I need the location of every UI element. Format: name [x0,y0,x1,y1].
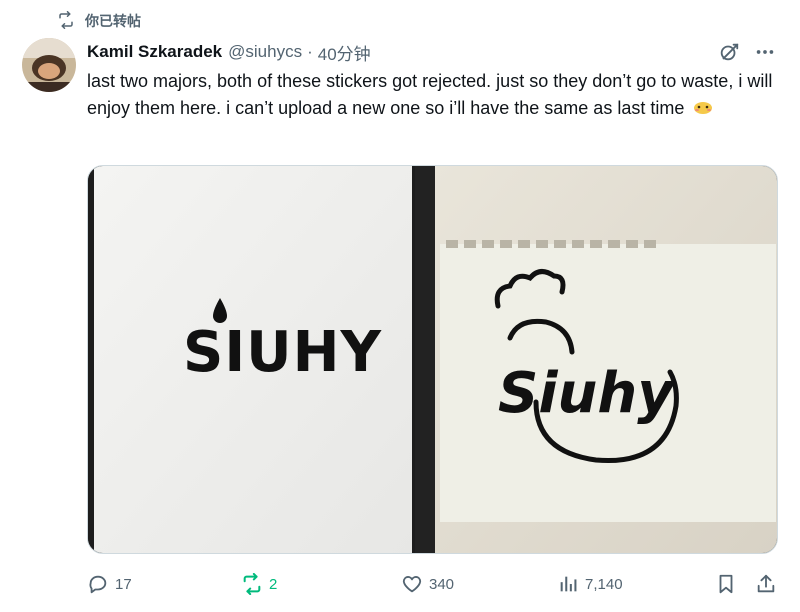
repost-button[interactable]: 2 [241,570,277,598]
like-button[interactable]: 340 [401,570,454,598]
tweet-body: last two majors, both of these stickers … [87,71,773,118]
author-display-name[interactable]: Kamil Szkaradek [87,42,222,62]
view-count: 7,140 [585,575,623,593]
right-sticker-photo: Siuhy [435,166,777,553]
reply-button[interactable]: 17 [87,570,132,598]
grok-icon[interactable] [718,41,740,63]
share-icon [757,574,775,593]
like-count: 340 [429,575,455,593]
avatar[interactable] [22,38,76,92]
repost-count: 2 [269,575,278,593]
shy-face-emoji-icon [693,96,713,114]
author-handle[interactable]: @siuhycs [228,42,302,62]
reply-icon [89,575,107,594]
repost-icon [57,10,75,32]
tweet-header: Kamil Szkaradek @siuhycs · 40分钟 [87,40,371,64]
views-button[interactable]: 7,140 [557,570,623,598]
tweet-actions: 17 2 340 7,140 [87,570,777,598]
repost-icon [243,573,261,595]
repost-banner[interactable]: 你已转帖 [57,10,141,32]
header-separator: · [307,42,313,61]
left-sticker-text: SIUHY [183,320,383,385]
bookmark-icon [719,574,733,594]
analytics-icon [560,576,577,592]
left-sticker-photo: SIUHY [88,166,415,553]
tweet-timestamp[interactable]: 40分钟 [318,40,371,65]
more-options-icon[interactable] [754,41,776,63]
reply-count: 17 [115,575,132,593]
share-button[interactable] [755,570,777,598]
heart-icon [402,576,422,593]
bookmark-button[interactable] [715,570,737,598]
tweet-media[interactable]: SIUHY Siuhy [87,165,778,554]
tweet-text: last two majors, both of these stickers … [87,68,777,122]
repost-banner-text: 你已转帖 [85,13,141,29]
right-sticker-text: Siuhy [498,361,676,426]
